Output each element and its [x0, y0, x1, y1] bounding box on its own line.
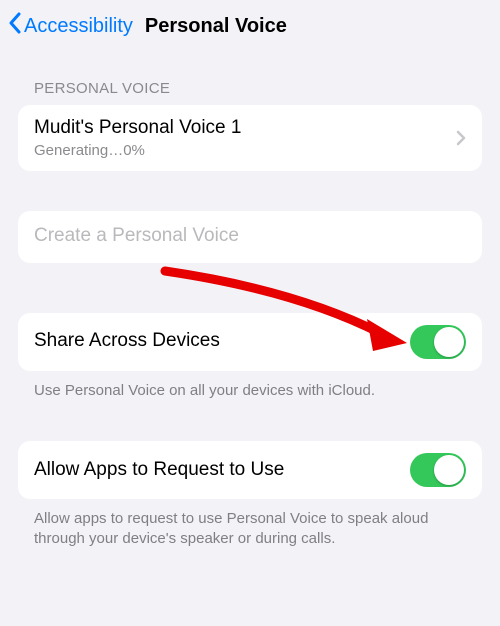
personal-voice-row[interactable]: Mudit's Personal Voice 1 Generating…0% — [18, 105, 482, 171]
group-share-across-devices: Share Across Devices — [18, 313, 482, 371]
create-personal-voice-label: Create a Personal Voice — [34, 225, 466, 248]
chevron-right-icon — [456, 130, 466, 146]
create-personal-voice-row[interactable]: Create a Personal Voice — [18, 211, 482, 263]
allow-apps-toggle[interactable] — [410, 453, 466, 487]
group-allow-apps: Allow Apps to Request to Use — [18, 441, 482, 499]
section-header-personal-voice: PERSONAL VOICE — [0, 52, 500, 105]
page-title: Personal Voice — [145, 15, 287, 38]
share-across-devices-label: Share Across Devices — [34, 330, 410, 353]
back-label: Accessibility — [24, 15, 133, 38]
row-content: Share Across Devices — [34, 330, 410, 353]
chevron-left-icon — [8, 12, 24, 40]
personal-voice-status: Generating…0% — [34, 142, 456, 159]
toggle-knob — [434, 455, 464, 485]
row-content: Create a Personal Voice — [34, 225, 466, 248]
group-personal-voice: Mudit's Personal Voice 1 Generating…0% — [18, 105, 482, 171]
back-button[interactable]: Accessibility — [8, 12, 133, 40]
share-across-devices-footer: Use Personal Voice on all your devices w… — [0, 371, 500, 401]
share-across-devices-row: Share Across Devices — [18, 313, 482, 371]
allow-apps-label: Allow Apps to Request to Use — [34, 459, 410, 482]
nav-bar: Accessibility Personal Voice — [0, 0, 500, 52]
allow-apps-footer: Allow apps to request to use Personal Vo… — [0, 499, 500, 550]
row-content: Allow Apps to Request to Use — [34, 459, 410, 482]
personal-voice-title: Mudit's Personal Voice 1 — [34, 117, 456, 140]
toggle-knob — [434, 327, 464, 357]
share-across-devices-toggle[interactable] — [410, 325, 466, 359]
row-content: Mudit's Personal Voice 1 Generating…0% — [34, 117, 456, 159]
allow-apps-row: Allow Apps to Request to Use — [18, 441, 482, 499]
group-create-voice: Create a Personal Voice — [18, 211, 482, 263]
